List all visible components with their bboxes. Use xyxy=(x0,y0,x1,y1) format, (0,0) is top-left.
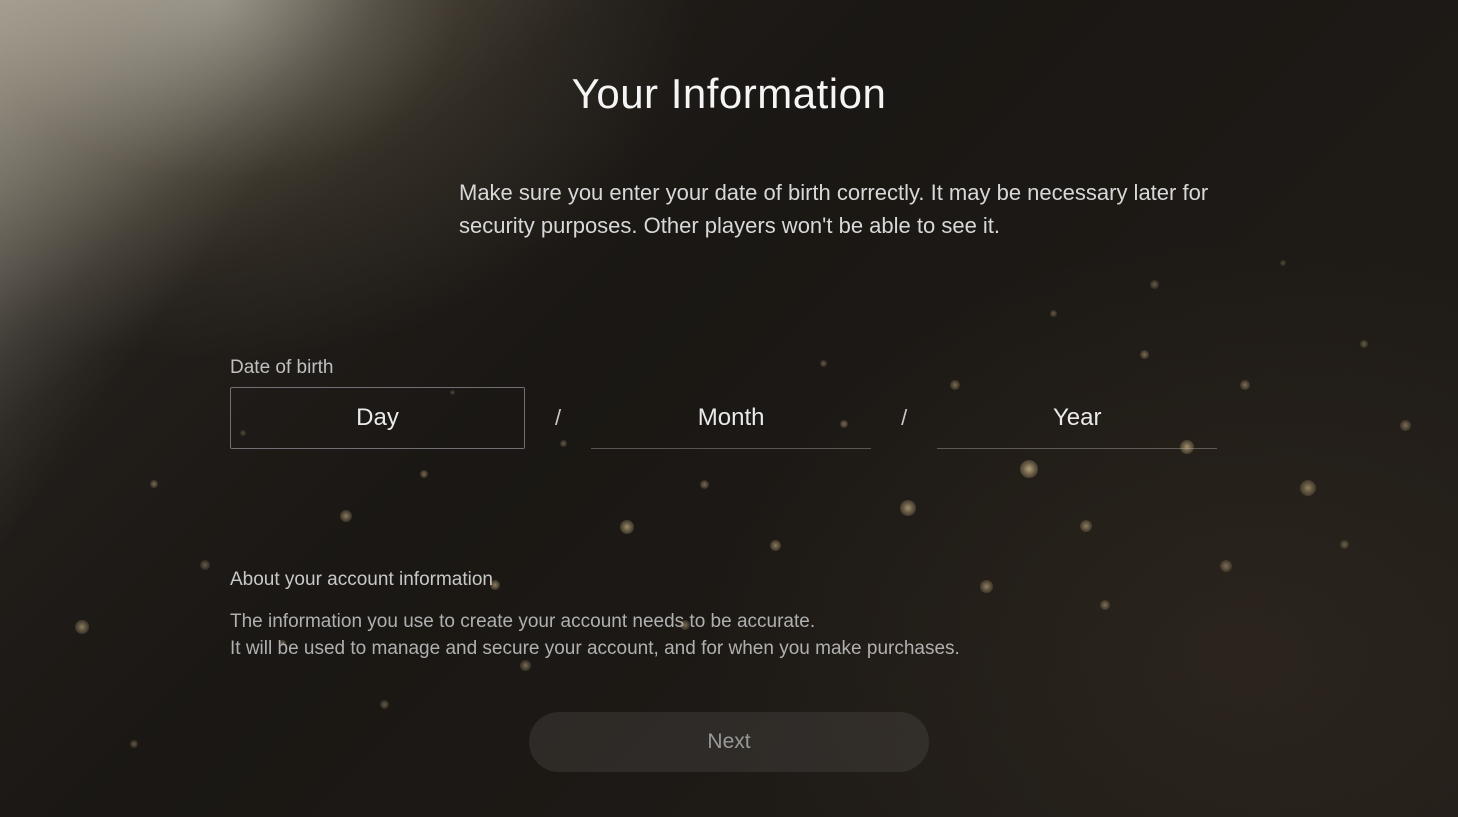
dob-label: Date of birth xyxy=(230,357,1458,379)
account-info-section: About your account information The infor… xyxy=(0,569,1458,662)
page-title: Your Information xyxy=(0,70,1458,118)
info-text-line2: It will be used to manage and secure you… xyxy=(230,636,1458,663)
date-of-birth-section: Date of birth Day / Month / Year xyxy=(0,357,1458,449)
dob-fields-row: Day / Month / Year xyxy=(230,387,1458,449)
month-field[interactable]: Month xyxy=(591,388,871,449)
date-separator: / xyxy=(525,405,591,431)
date-separator: / xyxy=(871,405,937,431)
day-field[interactable]: Day xyxy=(230,387,525,449)
info-heading: About your account information xyxy=(230,569,1458,591)
year-field[interactable]: Year xyxy=(937,388,1217,449)
description-text: Make sure you enter your date of birth c… xyxy=(229,176,1229,242)
info-text-line1: The information you use to create your a… xyxy=(230,609,1458,636)
next-button[interactable]: Next xyxy=(529,712,929,772)
